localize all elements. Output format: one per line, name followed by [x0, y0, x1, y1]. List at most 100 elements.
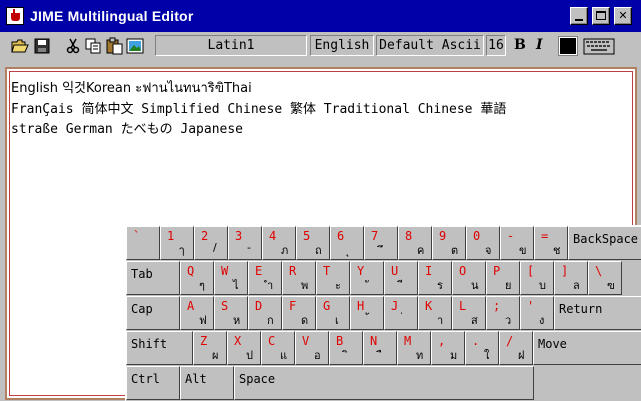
key-latin-char: 3 — [235, 229, 243, 243]
key-latin-char: 5 — [303, 229, 311, 243]
key-char[interactable]: Kา — [418, 296, 452, 330]
title-bar[interactable]: JIME Multilingual Editor ✕ — [0, 0, 641, 32]
key-thai-char: ป — [246, 349, 253, 362]
key-char[interactable]: ` — [126, 226, 160, 260]
key-char[interactable]: ,ม — [431, 331, 465, 365]
key-char[interactable]: Fด — [282, 296, 316, 330]
key-move[interactable]: Move — [533, 331, 641, 365]
java-cup-icon — [6, 7, 24, 25]
key-label: BackSpace — [573, 232, 639, 246]
paste-clipboard-icon[interactable] — [105, 37, 123, 55]
key-label: Ctrl — [131, 372, 160, 386]
key-char[interactable]: Oน — [452, 261, 486, 295]
key-char[interactable]: / ฝ — [499, 331, 533, 365]
key-char[interactable]: Cแ — [261, 331, 295, 365]
key-char[interactable]: J่ — [384, 296, 418, 330]
key-label: Tab — [131, 267, 153, 281]
key-latin-char: B — [336, 334, 344, 348]
key-thai-char: ด — [301, 314, 309, 327]
key-thai-char: - — [247, 241, 251, 254]
key-char[interactable]: Lส — [452, 296, 486, 330]
key-char[interactable]: = ช — [534, 226, 568, 260]
key-thai-char: ะ — [335, 279, 341, 292]
key-char[interactable]: .ใ — [465, 331, 499, 365]
key-ctrl[interactable]: Ctrl — [126, 366, 180, 400]
text-color-swatch[interactable] — [558, 36, 578, 56]
key-char[interactable]: Nื — [363, 331, 397, 365]
key-char[interactable]: Gเ — [316, 296, 350, 330]
key-char[interactable]: Iร — [418, 261, 452, 295]
key-char[interactable]: Qๆ — [180, 261, 214, 295]
encoding-selector[interactable]: Latin1 — [155, 35, 307, 56]
font-size-selector[interactable]: 16 — [486, 35, 506, 56]
keyboard-toggle-icon[interactable] — [583, 36, 615, 56]
key-char[interactable]: 8ค — [398, 226, 432, 260]
key-space[interactable]: Space — [234, 366, 534, 400]
image-icon[interactable] — [126, 37, 144, 55]
key-thai-char: จ — [485, 244, 492, 257]
key-char[interactable]: Bิ — [329, 331, 363, 365]
editor-line-2: FranÇais 简体中文 Simplified Chinese 繁体 Trad… — [11, 102, 507, 117]
key-char[interactable]: 7ึ — [364, 226, 398, 260]
save-disk-icon[interactable] — [33, 37, 51, 55]
key-latin-char: = — [541, 229, 549, 243]
key-char[interactable]: 4ภ — [262, 226, 296, 260]
key-char[interactable]: \ ฃ — [588, 261, 622, 295]
copy-icon[interactable] — [84, 37, 102, 55]
key-thai-char: ง — [539, 314, 545, 327]
key-char[interactable]: Mท — [397, 331, 431, 365]
cut-scissors-icon[interactable] — [64, 37, 82, 55]
key-char[interactable]: Sห — [214, 296, 248, 330]
key-char[interactable]: 6ุ — [330, 226, 364, 260]
key-latin-char: R — [289, 264, 297, 278]
open-folder-icon[interactable] — [11, 37, 29, 55]
language-selector[interactable]: English — [310, 35, 374, 56]
key-char[interactable]: [บ — [520, 261, 554, 295]
bold-button[interactable]: B — [514, 37, 526, 53]
key-latin-char: F — [289, 299, 297, 313]
key-char[interactable]: Xป — [227, 331, 261, 365]
key-latin-char: M — [404, 334, 412, 348]
key-backspace[interactable]: BackSpace — [568, 226, 641, 260]
key-cap[interactable]: Cap — [126, 296, 180, 330]
key-shift[interactable]: Shift — [126, 331, 193, 365]
key-tab[interactable]: Tab — [126, 261, 180, 295]
key-latin-char: . — [472, 334, 480, 348]
key-char[interactable]: 9ต — [432, 226, 466, 260]
key-char[interactable]: Uี — [384, 261, 418, 295]
key-char[interactable]: Pย — [486, 261, 520, 295]
key-char[interactable]: Vอ — [295, 331, 329, 365]
key-char[interactable]: Dก — [248, 296, 282, 330]
key-char[interactable]: Tะ — [316, 261, 350, 295]
key-char[interactable]: ; ว — [486, 296, 520, 330]
key-label: Alt — [185, 372, 207, 386]
italic-button[interactable]: I — [536, 37, 543, 53]
key-return[interactable]: Return — [554, 296, 641, 330]
key-latin-char: W — [221, 264, 229, 278]
minimize-button[interactable] — [570, 7, 588, 25]
key-char[interactable]: Zผ — [193, 331, 227, 365]
key-char[interactable]: 3- — [228, 226, 262, 260]
key-latin-char: V — [302, 334, 310, 348]
key-char[interactable]: Rพ — [282, 261, 316, 295]
key-char[interactable]: 0จ — [466, 226, 500, 260]
key-latin-char: ' — [527, 299, 535, 313]
key-char[interactable]: Eำ — [248, 261, 282, 295]
key-char[interactable]: ' ง — [520, 296, 554, 330]
key-char[interactable]: Yั — [350, 261, 384, 295]
font-selector[interactable]: Default Ascii — [376, 35, 484, 56]
maximize-button[interactable] — [592, 7, 610, 25]
key-char[interactable]: -ข — [500, 226, 534, 260]
key-char[interactable]: Wไ — [214, 261, 248, 295]
key-label: Return — [559, 302, 603, 316]
key-latin-char: J — [391, 299, 399, 313]
key-char[interactable]: ] ล — [554, 261, 588, 295]
key-char[interactable]: 1ๅ — [160, 226, 194, 260]
key-char[interactable]: H้ — [350, 296, 384, 330]
close-button[interactable]: ✕ — [614, 7, 632, 25]
key-char[interactable]: 2/ — [194, 226, 228, 260]
key-latin-char: E — [255, 264, 263, 278]
key-alt[interactable]: Alt — [180, 366, 234, 400]
key-char[interactable]: Aฟ — [180, 296, 214, 330]
key-char[interactable]: 5ถ — [296, 226, 330, 260]
